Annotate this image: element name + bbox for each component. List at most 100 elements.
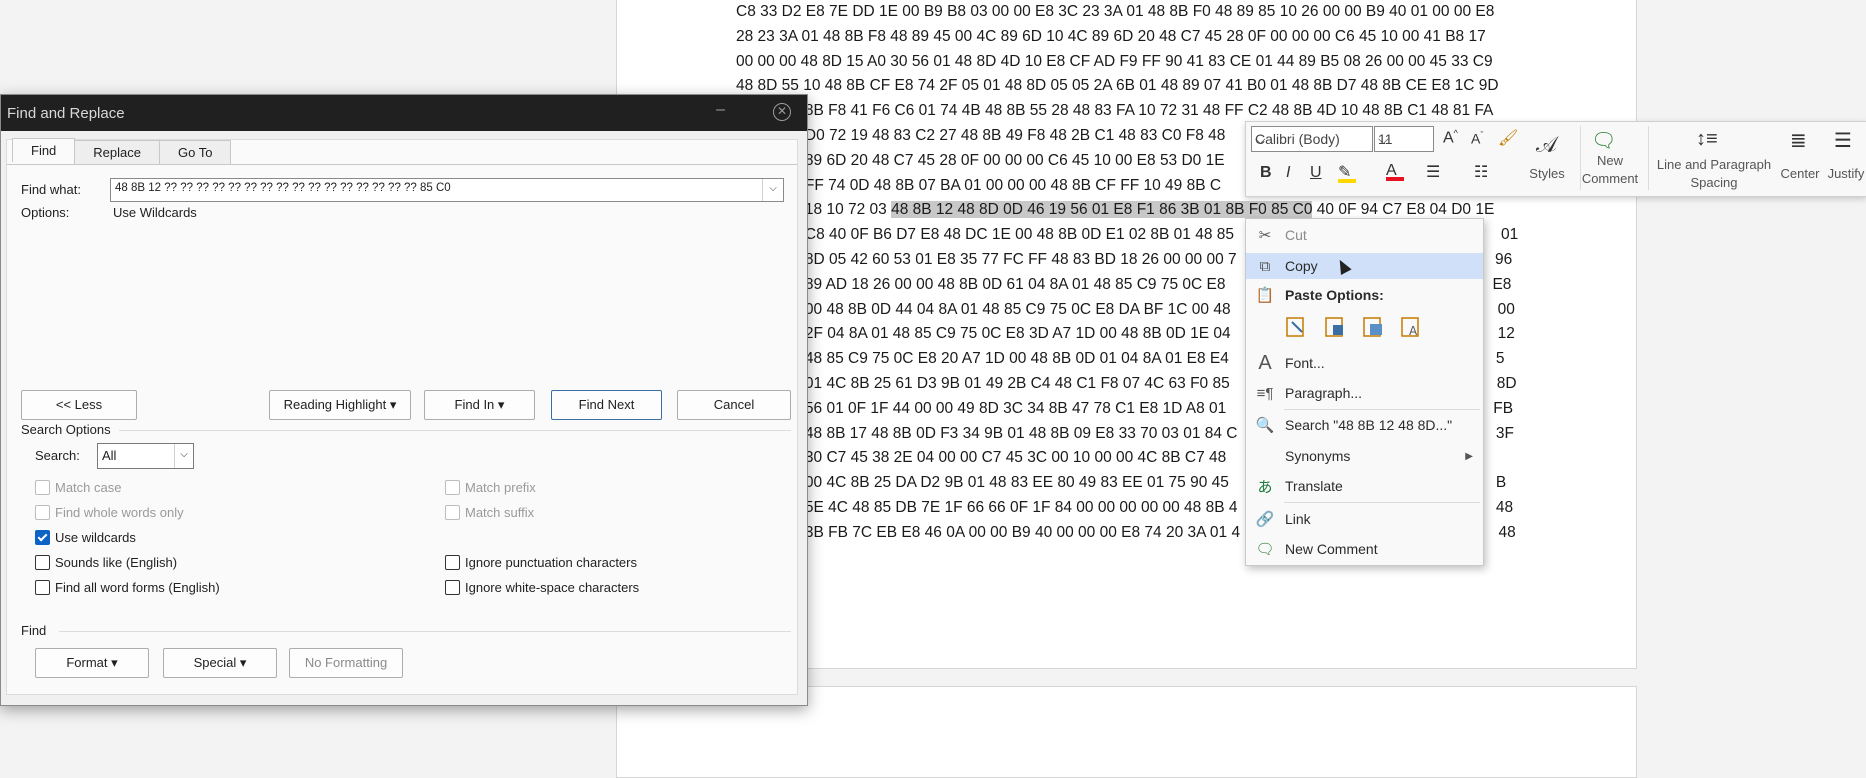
new-comment-icon: 🗨 — [1255, 541, 1275, 558]
checkbox-ignore-punctuation-characters[interactable]: Ignore punctuation characters — [445, 555, 637, 570]
line-spacing-label[interactable]: Line and Paragraph Spacing — [1654, 156, 1774, 192]
menu-item-synonyms[interactable]: Synonyms ▶ — [1246, 443, 1483, 469]
font-icon: A — [1258, 351, 1272, 374]
minimize-icon[interactable]: – — [716, 101, 725, 119]
document-line[interactable]: C8 33 D2 E8 7E DD 1E 00 B9 B8 03 00 00 E… — [736, 0, 1526, 25]
checkbox-use-wildcards[interactable]: Use wildcards — [35, 530, 136, 545]
svg-text:A: A — [1409, 324, 1418, 338]
menu-item-copy[interactable]: ⧉ Copy — [1246, 253, 1483, 279]
new-comment-label[interactable]: New Comment — [1576, 152, 1644, 188]
menu-item-font[interactable]: A Font... — [1246, 350, 1483, 376]
close-icon[interactable]: ✕ — [773, 103, 791, 121]
search-direction-select[interactable]: All ⌵ — [97, 443, 194, 469]
checkbox-box[interactable] — [35, 505, 50, 520]
translate-icon: あ — [1257, 478, 1273, 496]
dialog-titlebar[interactable]: Find and Replace – ✕ — [1, 95, 807, 131]
font-size-box[interactable]: 11 ⌵ — [1374, 126, 1434, 152]
paste-picture-icon[interactable] — [1361, 314, 1385, 338]
paste-merge-icon[interactable] — [1323, 314, 1347, 338]
menu-item-translate[interactable]: あ Translate — [1246, 473, 1483, 499]
menu-item-label: New Comment — [1285, 541, 1378, 557]
selected-text[interactable]: 48 8B 12 48 8D 0D 46 19 56 01 E8 F1 86 3… — [891, 201, 1313, 219]
checkbox-find-whole-words-only[interactable]: Find whole words only — [35, 505, 184, 520]
special-button[interactable]: Special ▾ — [163, 648, 277, 678]
reading-highlight-button[interactable]: Reading Highlight ▾ — [269, 390, 411, 420]
menu-item-label: Paste Options: — [1285, 287, 1384, 303]
checkbox-box[interactable] — [445, 580, 460, 595]
bullets-icon[interactable]: ☰ — [1426, 162, 1440, 182]
checkbox-sounds-like-english[interactable]: Sounds like (English) — [35, 555, 177, 570]
checkbox-ignore-white-space-characters[interactable]: Ignore white-space characters — [445, 580, 639, 595]
checkbox-match-prefix[interactable]: Match prefix — [445, 480, 536, 495]
checkbox-box[interactable] — [35, 530, 50, 545]
document-line[interactable]: 28 23 3A 01 48 8B F8 48 89 45 00 4C 89 6… — [736, 25, 1526, 50]
styles-icon[interactable]: 𝒜 — [1536, 132, 1557, 158]
highlight-color-icon[interactable]: ✎ — [1338, 162, 1356, 183]
menu-item-new-comment[interactable]: 🗨 New Comment — [1246, 536, 1483, 562]
line-spacing-icon[interactable]: ↕≡ — [1696, 128, 1718, 151]
checkbox-find-all-word-forms-english[interactable]: Find all word forms (English) — [35, 580, 220, 595]
menu-item-label: Font... — [1285, 355, 1325, 371]
checkbox-label: Find whole words only — [55, 505, 184, 520]
checkbox-match-case[interactable]: Match case — [35, 480, 121, 495]
menu-separator — [1284, 502, 1480, 503]
numbering-icon[interactable]: ☷ — [1474, 162, 1488, 182]
menu-item-search[interactable]: 🔍 Search "48 8B 12 48 8D..." — [1246, 412, 1483, 438]
tab-replace[interactable]: Replace — [74, 140, 160, 164]
grow-font-icon[interactable]: A^ — [1443, 128, 1458, 147]
find-in-button[interactable]: Find In ▾ — [424, 390, 535, 420]
paragraph-icon: ≡¶ — [1256, 384, 1274, 402]
paste-text-only-icon[interactable]: A — [1399, 314, 1423, 338]
styles-label[interactable]: Styles — [1522, 166, 1572, 181]
checkbox-box[interactable] — [445, 480, 460, 495]
less-button[interactable]: << Less — [21, 390, 137, 420]
shrink-font-icon[interactable]: Aˇ — [1471, 130, 1483, 147]
no-formatting-button[interactable]: No Formatting — [289, 648, 403, 678]
menu-item-label: Copy — [1285, 258, 1318, 274]
menu-item-cut[interactable]: ✂ Cut — [1246, 222, 1483, 248]
checkbox-box[interactable] — [35, 555, 50, 570]
font-name-box[interactable]: Calibri (Body) ⌵ — [1251, 126, 1373, 152]
menu-item-label: Cut — [1285, 227, 1307, 243]
dialog-body: Find Replace Go To Find what: 48 8B 12 ?… — [6, 138, 798, 695]
tab-go-to[interactable]: Go To — [159, 140, 232, 164]
tab-find[interactable]: Find — [12, 138, 76, 162]
checkbox-label: Find all word forms (English) — [55, 580, 220, 595]
font-color-icon[interactable]: A — [1386, 162, 1404, 181]
center-align-icon[interactable]: ≣ — [1790, 128, 1807, 153]
chevron-down-icon[interactable]: ⌵ — [174, 444, 193, 468]
checkbox-box[interactable] — [445, 505, 460, 520]
format-button[interactable]: Format ▾ — [35, 648, 149, 678]
cancel-button[interactable]: Cancel — [677, 390, 791, 420]
menu-separator — [1284, 409, 1480, 410]
checkbox-label: Ignore punctuation characters — [465, 555, 637, 570]
chevron-down-icon[interactable]: ⌵ — [762, 179, 783, 201]
find-what-input[interactable]: 48 8B 12 ?? ?? ?? ?? ?? ?? ?? ?? ?? ?? ?… — [110, 178, 784, 202]
chevron-down-icon[interactable]: ⌵ — [1378, 131, 1430, 148]
search-direction-label: Search: — [35, 448, 80, 463]
bold-icon[interactable]: B — [1260, 164, 1272, 182]
checkbox-box[interactable] — [35, 580, 50, 595]
find-next-button[interactable]: Find Next — [551, 390, 662, 420]
paste-keep-source-icon[interactable] — [1284, 314, 1308, 338]
center-label[interactable]: Center — [1778, 166, 1822, 181]
menu-item-link[interactable]: 🔗 Link — [1246, 506, 1483, 532]
format-painter-icon[interactable]: 🖌 — [1498, 128, 1518, 148]
search-options-divider — [119, 430, 791, 431]
italic-icon[interactable]: I — [1286, 164, 1290, 182]
menu-item-paragraph[interactable]: ≡¶ Paragraph... — [1246, 380, 1483, 406]
checkbox-box[interactable] — [445, 555, 460, 570]
checkbox-label: Use wildcards — [55, 530, 136, 545]
document-line[interactable]: 48 8D 55 10 48 8B CF E8 74 2F 05 01 48 8… — [736, 74, 1526, 99]
justify-label[interactable]: Justify — [1824, 166, 1866, 181]
menu-item-label: Paragraph... — [1285, 385, 1363, 401]
underline-icon[interactable]: U — [1310, 164, 1322, 182]
checkbox-box[interactable] — [35, 480, 50, 495]
chevron-down-icon[interactable]: ⌵ — [1255, 131, 1369, 148]
options-value: Use Wildcards — [113, 205, 197, 220]
checkbox-match-suffix[interactable]: Match suffix — [445, 505, 534, 520]
justify-icon[interactable]: ☰ — [1834, 128, 1852, 153]
new-comment-icon[interactable]: 🗨 — [1591, 128, 1616, 153]
checkbox-label: Match suffix — [465, 505, 535, 520]
document-line[interactable]: 00 00 00 48 8D 15 A0 30 56 01 48 8D 4D 1… — [736, 50, 1526, 75]
